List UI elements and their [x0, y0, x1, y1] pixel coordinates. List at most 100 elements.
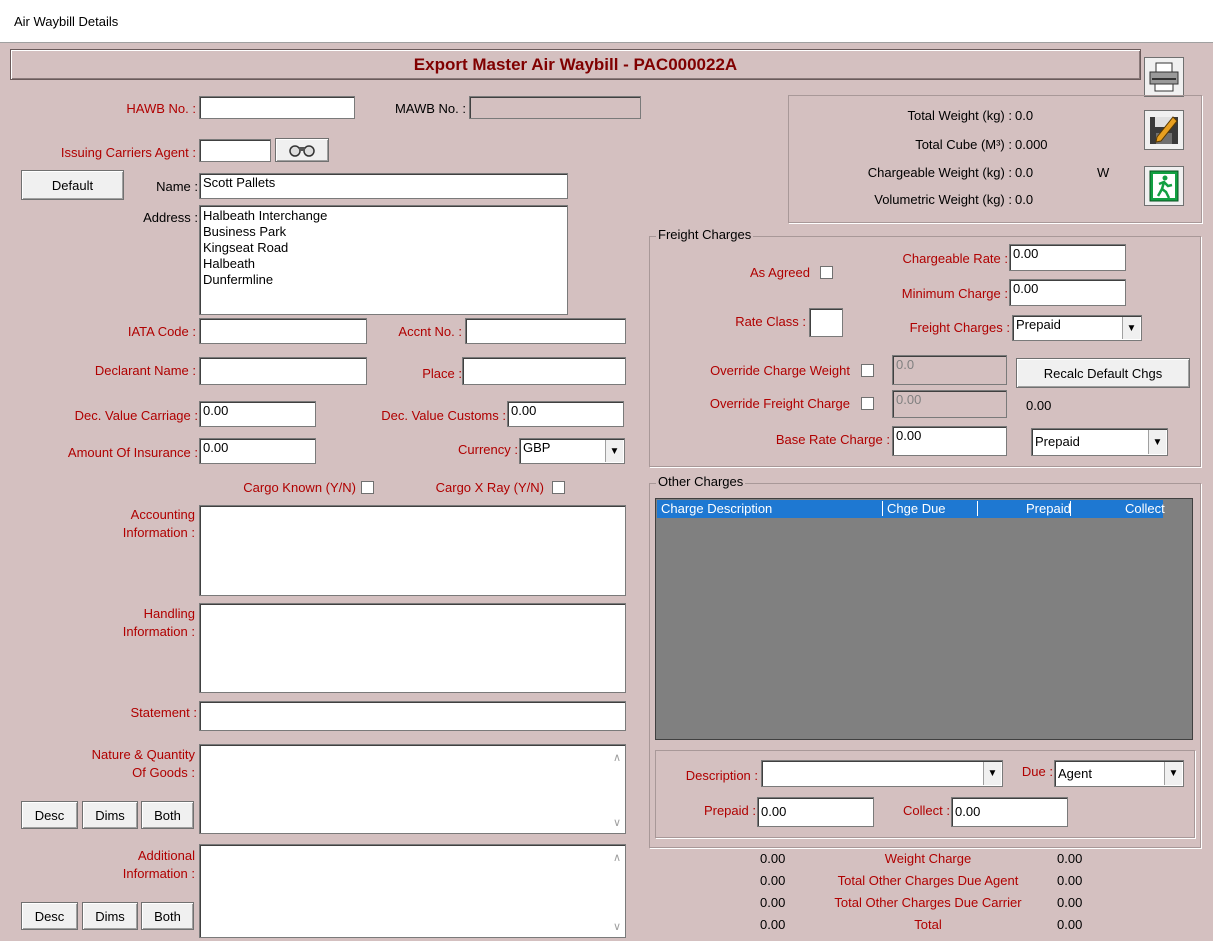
declarant-name-label: Declarant Name :	[94, 363, 196, 378]
due-select[interactable]: Agent ▼	[1054, 760, 1184, 787]
description-select[interactable]: ▼	[761, 760, 1003, 787]
accnt-no-label: Accnt No. :	[398, 324, 462, 339]
chargeable-weight-flag: W	[1097, 165, 1110, 180]
nature-dims-button[interactable]: Dims	[82, 801, 138, 829]
prepaid-input[interactable]: 0.00	[757, 797, 874, 827]
summary-label: Total Other Charges Due Carrier	[834, 895, 1022, 910]
volumetric-weight-value: 0.0	[1015, 192, 1034, 207]
base-rate-charge-label: Base Rate Charge :	[775, 432, 890, 447]
accounting-information-textarea[interactable]	[199, 505, 626, 596]
cargo-xray-checkbox[interactable]	[552, 481, 565, 494]
additional-desc-button[interactable]: Desc	[21, 902, 78, 930]
iata-code-input[interactable]	[199, 318, 367, 344]
as-agreed-label: As Agreed	[750, 265, 810, 280]
page-title: Export Master Air Waybill - PAC000022A	[10, 49, 1141, 80]
other-charges-grid[interactable]: Charge Description Chge Due Prepaid Coll…	[655, 498, 1193, 740]
grid-column-header[interactable]: Charge Description	[661, 501, 772, 516]
summary-left-value: 0.00	[760, 895, 786, 910]
hawb-label: HAWB No. :	[126, 101, 196, 116]
currency-select[interactable]: GBP ▼	[519, 438, 625, 464]
handling-information-textarea[interactable]	[199, 603, 626, 693]
print-button[interactable]	[1144, 57, 1184, 97]
statement-input[interactable]	[199, 701, 626, 731]
minimum-charge-input[interactable]: 0.00	[1009, 279, 1126, 306]
mawb-input[interactable]	[469, 96, 641, 119]
iata-code-label: IATA Code :	[127, 324, 196, 339]
other-charges-title: Other Charges	[656, 474, 746, 489]
dec-value-carriage-label: Dec. Value Carriage :	[74, 408, 198, 423]
additional-information-textarea[interactable]: ∧ ∨	[199, 844, 626, 938]
window-title: Air Waybill Details	[14, 14, 119, 29]
scroll-up-icon[interactable]: ∧	[613, 751, 621, 764]
override-charge-weight-input[interactable]: 0.0	[892, 355, 1007, 385]
printer-icon	[1149, 62, 1179, 92]
total-cube-label: Total Cube (M³) :	[915, 137, 1012, 152]
grid-header: Charge Description Chge Due Prepaid Coll…	[657, 500, 1165, 518]
override-freight-charge-input[interactable]: 0.00	[892, 390, 1007, 418]
chargeable-rate-label: Chargeable Rate :	[902, 251, 1008, 266]
scroll-up-icon[interactable]: ∧	[613, 851, 621, 864]
base-rate-charge-input[interactable]: 0.00	[892, 426, 1007, 456]
total-weight-label: Total Weight (kg) :	[907, 108, 1012, 123]
override-freight-charge-label: Override Freight Charge	[709, 396, 850, 411]
cargo-known-checkbox[interactable]	[361, 481, 374, 494]
declarant-name-input[interactable]	[199, 357, 367, 385]
address-textarea[interactable]: Halbeath Interchange Business Park Kings…	[199, 205, 568, 315]
agent-search-button[interactable]	[275, 138, 329, 162]
nature-quantity-goods-label: Nature & Quantity Of Goods :	[91, 747, 195, 780]
chevron-down-icon: ▼	[983, 762, 1001, 785]
due-label: Due :	[1021, 764, 1053, 779]
freight-charges-value: Prepaid	[1016, 317, 1061, 332]
dec-value-carriage-input[interactable]: 0.00	[199, 401, 316, 427]
nature-desc-button[interactable]: Desc	[21, 801, 78, 829]
dec-value-customs-input[interactable]: 0.00	[507, 401, 624, 427]
place-input[interactable]	[462, 357, 626, 385]
currency-value: GBP	[523, 440, 551, 455]
rate-class-label: Rate Class :	[735, 314, 806, 329]
scroll-down-icon[interactable]: ∨	[613, 920, 621, 933]
name-label: Name :	[156, 179, 198, 194]
default-button[interactable]: Default	[21, 170, 124, 200]
freight-charges-select[interactable]: Prepaid ▼	[1012, 315, 1142, 341]
minimum-charge-label: Minimum Charge :	[901, 286, 1008, 301]
chevron-down-icon: ▼	[605, 440, 623, 462]
nature-both-button[interactable]: Both	[141, 801, 194, 829]
name-input[interactable]: Scott Pallets	[199, 173, 568, 199]
additional-both-button[interactable]: Both	[141, 902, 194, 930]
amount-of-insurance-label: Amount Of Insurance :	[67, 445, 198, 460]
collect-label: Collect :	[903, 803, 950, 818]
override-charge-weight-checkbox[interactable]	[861, 364, 874, 377]
dec-value-customs-label: Dec. Value Customs :	[381, 408, 506, 423]
collect-input[interactable]: 0.00	[951, 797, 1068, 827]
rate-class-input[interactable]	[809, 308, 843, 337]
total-cube-value: 0.000	[1015, 137, 1048, 152]
recalc-default-charges-button[interactable]: Recalc Default Chgs	[1016, 358, 1190, 388]
grid-column-header[interactable]: Prepaid	[977, 501, 1071, 516]
base-rate-payment-select[interactable]: Prepaid ▼	[1031, 428, 1168, 456]
grid-column-header[interactable]: Chge Due	[882, 501, 946, 516]
chargeable-rate-input[interactable]: 0.00	[1009, 244, 1126, 271]
grid-column-header[interactable]: Collect	[1070, 501, 1165, 516]
accnt-no-input[interactable]	[465, 318, 626, 344]
summary-left-value: 0.00	[760, 917, 786, 932]
as-agreed-checkbox[interactable]	[820, 266, 833, 279]
override-charge-weight-label: Override Charge Weight	[710, 363, 850, 378]
summary-right-value: 0.00	[1057, 873, 1083, 888]
page-title-text: Export Master Air Waybill - PAC000022A	[413, 54, 738, 74]
mawb-label: MAWB No. :	[394, 101, 466, 116]
override-freight-charge-checkbox[interactable]	[861, 397, 874, 410]
summary-right-value: 0.00	[1057, 895, 1083, 910]
issuing-agent-input[interactable]	[199, 139, 271, 162]
address-label: Address :	[143, 210, 198, 225]
nature-quantity-goods-textarea[interactable]: ∧ ∨	[199, 744, 626, 834]
chevron-down-icon: ▼	[1148, 430, 1166, 454]
hawb-input[interactable]	[199, 96, 355, 119]
prepaid-label: Prepaid :	[703, 803, 756, 818]
binoculars-icon	[289, 145, 315, 157]
amount-of-insurance-input[interactable]: 0.00	[199, 438, 316, 464]
volumetric-weight-label: Volumetric Weight (kg) :	[874, 192, 1012, 207]
scroll-down-icon[interactable]: ∨	[613, 816, 621, 829]
due-value: Agent	[1058, 766, 1092, 781]
additional-information-label: Additional Information :	[122, 848, 195, 881]
additional-dims-button[interactable]: Dims	[82, 902, 138, 930]
